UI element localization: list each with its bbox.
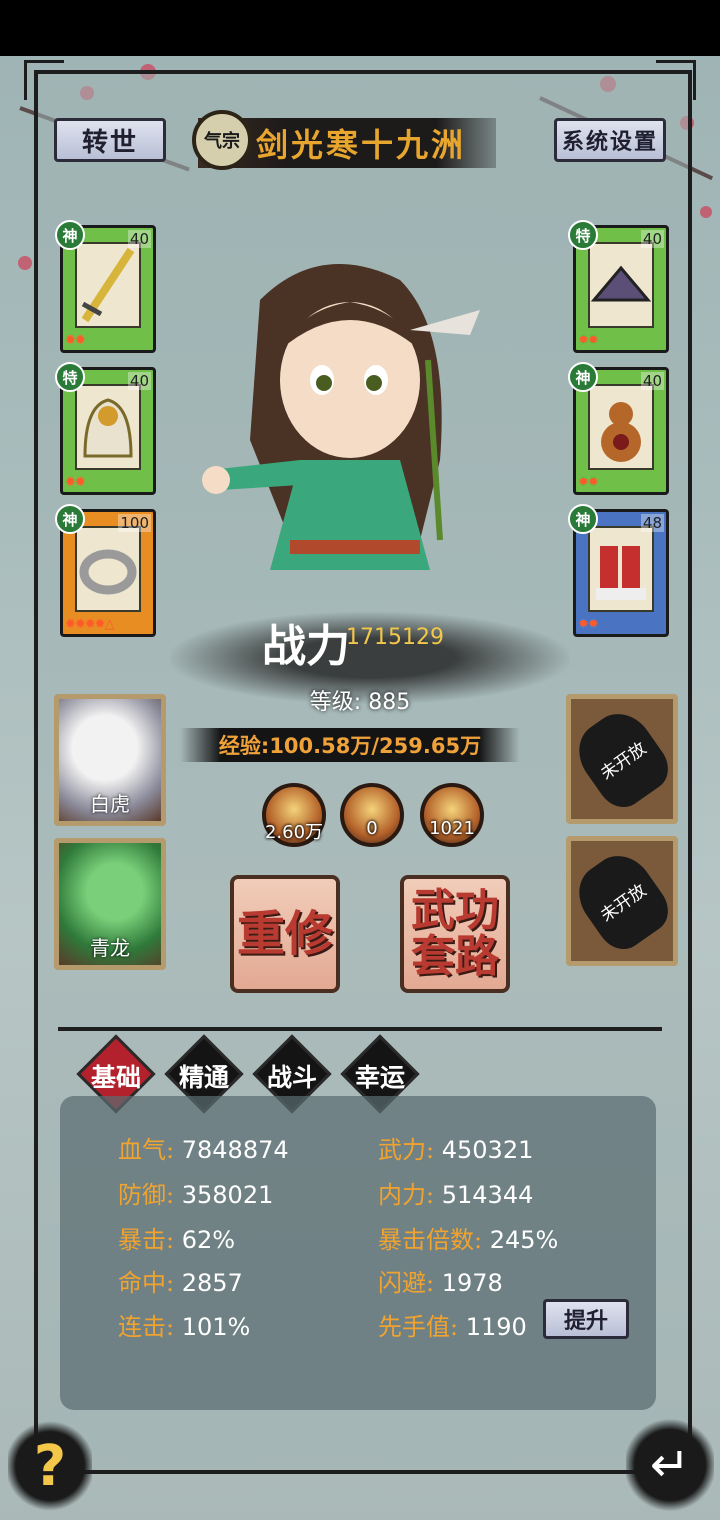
rarity-tag: 特 <box>55 362 85 392</box>
equip-slot-weapon[interactable]: 神 40 ✹✹ <box>55 220 156 353</box>
orb-value: 2.60万 <box>264 822 324 843</box>
status-bar <box>0 0 720 56</box>
stat-crit: 暴击: 62% <box>118 1226 236 1254</box>
stat-initiative: 先手值: 1190 <box>378 1313 527 1341</box>
tab-luck-label: 幸运 <box>354 1063 405 1092</box>
blossom-decoration <box>700 206 712 218</box>
blossom-decoration <box>18 256 32 270</box>
settings-button[interactable]: 系统设置 <box>554 118 666 162</box>
locked-slot[interactable]: 未开放 <box>566 694 678 824</box>
locked-slot[interactable]: 未开放 <box>566 836 678 966</box>
tab-battle-label: 战斗 <box>266 1063 317 1092</box>
retrain-button[interactable]: 重修 <box>230 875 340 993</box>
equip-stars: ✹✹ <box>65 475 86 490</box>
stat-defense: 防御: 358021 <box>118 1181 274 1209</box>
tab-basic-label: 基础 <box>90 1063 141 1092</box>
level-value: 885 <box>368 690 411 715</box>
stat-inner-power: 内力: 514344 <box>378 1181 534 1209</box>
equip-level: 100 <box>118 514 151 532</box>
locked-label: 未开放 <box>566 843 678 959</box>
section-divider <box>58 1027 662 1031</box>
ring-icon <box>75 526 141 612</box>
equip-slot-gourd[interactable]: 神 40 ✹✹ <box>568 362 669 495</box>
rarity-tag: 神 <box>568 362 598 392</box>
character-portrait <box>200 240 520 620</box>
power-value: 1715129 <box>346 625 444 650</box>
stat-dodge: 闪避: 1978 <box>378 1269 503 1297</box>
stat-hp: 血气: 7848874 <box>118 1136 289 1164</box>
equip-slot-hat[interactable]: 特 40 ✹✹ <box>568 220 669 353</box>
equip-level: 40 <box>127 372 151 390</box>
equip-slot-boots[interactable]: 神 48 ✹✹ <box>568 504 669 637</box>
equip-stars: ✹✹ <box>578 475 599 490</box>
equip-stars: ✹✹✹✹△ <box>65 617 115 632</box>
rarity-tag: 神 <box>55 504 85 534</box>
equip-level: 40 <box>640 230 664 248</box>
equip-level: 48 <box>640 514 664 532</box>
stat-crit-multiplier: 暴击倍数: 245% <box>378 1226 559 1254</box>
tab-mastery-label: 精通 <box>178 1063 229 1092</box>
equip-level: 40 <box>640 372 664 390</box>
rarity-tag: 神 <box>55 220 85 250</box>
equip-slot-helmet[interactable]: 特 40 ✹✹ <box>55 362 156 495</box>
frame-corner <box>24 60 64 100</box>
upgrade-button[interactable]: 提升 <box>543 1299 629 1339</box>
orb-value: 1021 <box>429 818 475 839</box>
pet-slot-azure-dragon[interactable]: 青龙 <box>54 838 166 970</box>
pet-slot-white-tiger[interactable]: 白虎 <box>54 694 166 826</box>
gourd-icon <box>588 384 654 470</box>
martial-routine-button[interactable]: 武功套路 <box>400 875 510 993</box>
stat-hit: 命中: 2857 <box>118 1269 243 1297</box>
help-icon[interactable]: ? <box>8 1420 92 1512</box>
equip-stars: ✹✹ <box>578 333 599 348</box>
stat-combo: 连击: 101% <box>118 1313 251 1341</box>
equip-slot-ring[interactable]: 神 100 ✹✹✹✹△ <box>55 504 156 637</box>
equip-stars: ✹✹ <box>578 617 599 632</box>
sword-icon <box>75 242 141 328</box>
pet-name: 白虎 <box>90 792 130 816</box>
hat-icon <box>588 242 654 328</box>
pet-name: 青龙 <box>90 936 130 960</box>
boots-icon <box>588 526 654 612</box>
equip-level: 40 <box>127 230 151 248</box>
rebirth-button[interactable]: 转世 <box>54 118 166 162</box>
equip-stars: ✹✹ <box>65 333 86 348</box>
back-icon[interactable]: ↵ <box>626 1418 714 1512</box>
orb-value: 0 <box>366 818 378 839</box>
exp-bar: 经验:100.58万/259.65万 <box>180 728 520 762</box>
stat-attack: 武力: 450321 <box>378 1136 534 1164</box>
level-label: 等级: <box>309 690 362 715</box>
locked-label: 未开放 <box>566 701 678 817</box>
power-label: 战力 <box>262 621 350 672</box>
frame-corner <box>656 60 696 100</box>
helmet-icon <box>75 384 141 470</box>
sect-badge: 气宗 <box>192 110 252 170</box>
rarity-tag: 特 <box>568 220 598 250</box>
rarity-tag: 神 <box>568 504 598 534</box>
